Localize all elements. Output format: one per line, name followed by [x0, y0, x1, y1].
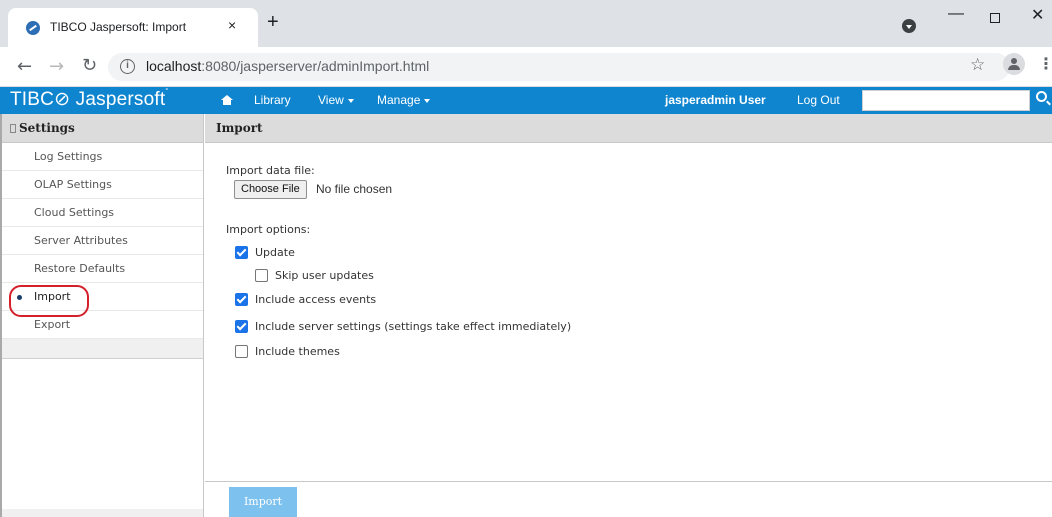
- sidebar-empty-area: [2, 359, 203, 509]
- bookmark-star-icon[interactable]: ☆: [970, 55, 985, 75]
- home-icon[interactable]: [221, 95, 233, 106]
- browser-tab[interactable]: TIBCO Jaspersoft: Import ×: [8, 8, 258, 47]
- address-bar[interactable]: i localhost:8080/jasperserver/adminImpor…: [108, 53, 1010, 81]
- nav-view-label: View: [318, 93, 344, 107]
- minimize-icon[interactable]: —: [948, 5, 964, 23]
- logout-link[interactable]: Log Out: [797, 93, 840, 107]
- update-label: Update: [255, 246, 295, 259]
- sidebar-item-label: Log Settings: [34, 150, 103, 163]
- window-close-icon[interactable]: ✕: [1031, 5, 1044, 25]
- sidebar-item-restore-defaults[interactable]: Restore Defaults: [2, 255, 203, 283]
- nav-view[interactable]: View: [318, 93, 354, 107]
- sidebar-item-server-attributes[interactable]: Server Attributes: [2, 227, 203, 255]
- reload-icon[interactable]: ↻: [82, 55, 97, 76]
- include-server-settings-label: Include server settings (settings take e…: [255, 320, 572, 333]
- skip-user-updates-label: Skip user updates: [275, 269, 374, 282]
- sidebar-header: Settings: [2, 114, 203, 143]
- jaspersoft-favicon-icon: [26, 21, 40, 35]
- sidebar-item-label: OLAP Settings: [34, 178, 112, 191]
- page-title: Import: [205, 114, 1052, 143]
- app-header: TIBC⊘ Jaspersoft° Library View Manage ja…: [0, 87, 1052, 114]
- sidebar-title: Settings: [19, 121, 75, 135]
- jaspersoft-logo: TIBC⊘ Jaspersoft°: [10, 88, 169, 110]
- logo-text: TIBC⊘ Jaspersoft: [10, 89, 166, 110]
- sidebar-divider: [2, 339, 203, 359]
- back-arrow-icon[interactable]: ←: [17, 56, 32, 77]
- profile-avatar-icon[interactable]: [1003, 53, 1025, 75]
- nav-manage[interactable]: Manage: [377, 93, 431, 107]
- nav-library-label: Library: [254, 93, 291, 107]
- url-text[interactable]: localhost:8080/jasperserver/adminImport.…: [146, 58, 429, 74]
- update-checkbox[interactable]: [235, 246, 248, 259]
- sidebar-item-log-settings[interactable]: Log Settings: [2, 143, 203, 171]
- include-server-settings-checkbox[interactable]: [235, 320, 248, 333]
- current-user[interactable]: jasperadmin User: [665, 93, 766, 107]
- nav-library[interactable]: Library: [254, 93, 291, 107]
- browser-toolbar: ← → ↻ i localhost:8080/jasperserver/admi…: [0, 47, 1052, 87]
- sidebar-item-cloud-settings[interactable]: Cloud Settings: [2, 199, 203, 227]
- url-host: localhost: [146, 58, 202, 74]
- tab-title: TIBCO Jaspersoft: Import: [50, 20, 187, 34]
- include-access-events-label: Include access events: [255, 293, 377, 306]
- include-access-events-checkbox[interactable]: [235, 293, 248, 306]
- info-icon[interactable]: i: [120, 59, 135, 74]
- forward-arrow-icon[interactable]: →: [49, 56, 64, 77]
- browser-tabstrip: TIBCO Jaspersoft: Import × + — ✕: [0, 0, 1052, 47]
- annotation-highlight-circle: [9, 285, 89, 317]
- sidebar-item-label: Server Attributes: [34, 234, 128, 247]
- skip-user-updates-checkbox[interactable]: [255, 269, 268, 282]
- options-label: Import options:: [226, 223, 311, 236]
- file-label: Import data file:: [226, 164, 315, 177]
- sidebar-item-olap-settings[interactable]: OLAP Settings: [2, 171, 203, 199]
- manage-caret-icon: [424, 98, 431, 103]
- url-path: :8080/jasperserver/adminImport.html: [201, 58, 430, 74]
- extension-icon[interactable]: [902, 19, 916, 33]
- collapse-panel-icon[interactable]: [10, 124, 16, 133]
- tab-close-icon[interactable]: ×: [228, 17, 236, 33]
- form-footer: Import: [205, 481, 1052, 517]
- view-caret-icon: [347, 98, 354, 103]
- choose-file-button[interactable]: Choose File: [234, 180, 307, 199]
- search-icon[interactable]: [1036, 91, 1047, 102]
- sidebar-item-label: Export: [34, 318, 71, 331]
- include-themes-label: Include themes: [255, 345, 340, 358]
- browser-menu-icon[interactable]: ⋮: [1038, 54, 1052, 73]
- search-input[interactable]: [862, 90, 1030, 111]
- file-status: No file chosen: [316, 182, 393, 196]
- new-tab-icon[interactable]: +: [267, 12, 279, 32]
- nav-manage-label: Manage: [377, 93, 421, 107]
- maximize-icon[interactable]: [990, 13, 1000, 23]
- import-button[interactable]: Import: [229, 487, 297, 517]
- sidebar-item-label: Restore Defaults: [34, 262, 126, 275]
- sidebar-item-label: Cloud Settings: [34, 206, 115, 219]
- include-themes-checkbox[interactable]: [235, 345, 248, 358]
